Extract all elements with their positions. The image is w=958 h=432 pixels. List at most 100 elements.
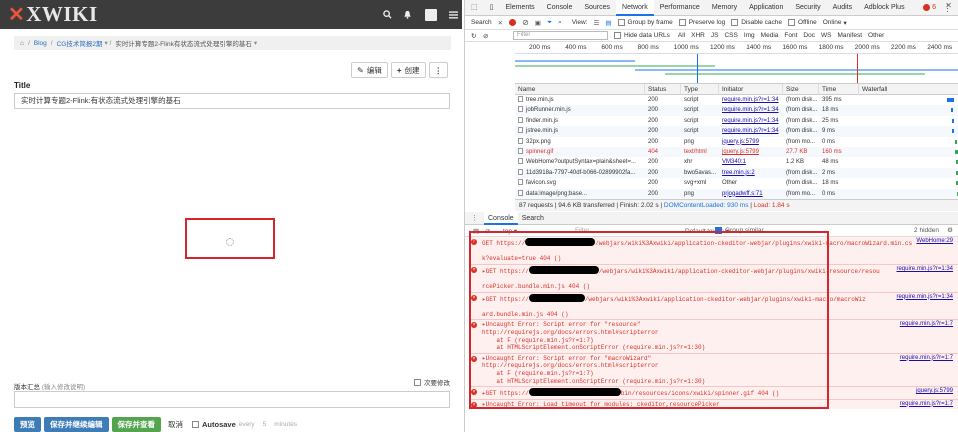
request-initiator[interactable]: tree.min.js:2 bbox=[719, 168, 783, 178]
autosave-checkbox[interactable] bbox=[192, 421, 199, 428]
network-request-row[interactable]: 32px.png 200 png jquery.js:5799 (from mo... 0… bbox=[515, 137, 958, 147]
disable-cache-toggle[interactable]: Disable cache bbox=[731, 19, 782, 26]
throttle-select[interactable]: Online ▾ bbox=[823, 19, 847, 27]
network-request-row[interactable]: data:image/png;base... 200 png prjogadwff.s… bbox=[515, 188, 958, 199]
request-initiator[interactable]: prjogadwff.s:71 bbox=[719, 189, 783, 199]
notifications-bell-icon[interactable] bbox=[396, 0, 418, 29]
console-source-link[interactable]: require.min.js?r=1:7 bbox=[900, 401, 953, 409]
filter-type-css[interactable]: CSS bbox=[724, 32, 737, 39]
network-request-row[interactable]: spinner.gif 404 text/html jquery.js:5799 27.… bbox=[515, 146, 958, 158]
console-source-link[interactable]: jquery.js:5799 bbox=[916, 388, 953, 396]
network-request-row[interactable]: finder.min.js 200 script require.min.js?r=1… bbox=[515, 116, 958, 126]
request-initiator[interactable]: jquery.js:5799 bbox=[719, 147, 783, 157]
filter-type-doc[interactable]: Doc bbox=[803, 32, 815, 39]
tab-memory[interactable]: Memory bbox=[706, 0, 743, 16]
preserve-log-toggle[interactable]: Preserve log bbox=[678, 19, 725, 26]
preview-button[interactable]: 预览 bbox=[14, 417, 41, 432]
filter-type-other[interactable]: Other bbox=[868, 32, 884, 39]
user-avatar[interactable] bbox=[420, 0, 442, 29]
search-icon[interactable]: ⌕ bbox=[558, 19, 562, 27]
edit-button[interactable]: ✎ 编辑 bbox=[351, 62, 388, 78]
filter-type-all[interactable]: All bbox=[678, 32, 685, 39]
title-input[interactable]: 实时计算专题2-Flink:有状态流式处理引擎的基石 bbox=[14, 93, 450, 109]
col-name[interactable]: Name bbox=[515, 84, 645, 95]
col-waterfall[interactable]: Waterfall bbox=[859, 84, 958, 95]
filter-type-font[interactable]: Font bbox=[784, 32, 797, 39]
capture-screenshots-icon[interactable]: ▣ bbox=[535, 19, 541, 27]
network-request-row[interactable]: tree.min.js 200 script require.min.js?r=1:3… bbox=[515, 95, 958, 105]
breadcrumb-issue[interactable]: CG技术简报2期 bbox=[57, 38, 103, 48]
drawer-menu-icon[interactable]: ⋮ bbox=[471, 214, 478, 222]
filter-type-xhr[interactable]: XHR bbox=[691, 32, 705, 39]
col-time[interactable]: Time bbox=[819, 84, 859, 95]
network-overview[interactable] bbox=[515, 54, 958, 84]
tab-performance[interactable]: Performance bbox=[654, 0, 706, 16]
request-initiator[interactable]: VM340:1 bbox=[719, 157, 783, 167]
hide-data-urls-toggle[interactable]: Hide data URLs bbox=[614, 32, 670, 39]
more-actions-button[interactable]: ⋮ bbox=[428, 62, 448, 78]
error-count-badge[interactable]: 6 bbox=[923, 4, 936, 11]
console-source-link[interactable]: require.min.js?r=1:34 bbox=[896, 266, 953, 274]
group-by-frame-toggle[interactable]: Group by frame bbox=[617, 19, 673, 26]
close-drawer-icon[interactable]: ✕ bbox=[945, 1, 952, 10]
create-button[interactable]: + 创建 bbox=[390, 62, 426, 78]
filter-icon[interactable]: ⏷ bbox=[547, 19, 552, 27]
col-size[interactable]: Size bbox=[783, 84, 819, 95]
tab-console[interactable]: Console bbox=[484, 211, 518, 225]
console-source-link[interactable]: require.min.js?r=1:7 bbox=[900, 355, 953, 363]
col-initiator[interactable]: Initiator bbox=[719, 84, 783, 95]
console-source-link[interactable]: WebHome:29 bbox=[916, 238, 953, 246]
col-status[interactable]: Status bbox=[645, 84, 681, 95]
network-request-row[interactable]: WebHome?outputSyntax=plain&sheet=... 200 x… bbox=[515, 157, 958, 167]
request-initiator[interactable]: require.min.js?r=1:34 bbox=[719, 116, 783, 126]
version-summary-input[interactable] bbox=[14, 391, 450, 408]
minor-edit-toggle[interactable]: 次要修改 bbox=[414, 377, 450, 387]
tab-console[interactable]: Console bbox=[541, 0, 579, 16]
close-search-icon[interactable]: ✕ bbox=[498, 19, 503, 27]
clear-icon[interactable]: ⊘ bbox=[522, 18, 529, 27]
network-request-row[interactable]: 11d3918a-7797-40df-b066-02899902fa... 200… bbox=[515, 167, 958, 179]
request-initiator[interactable]: require.min.js?r=1:34 bbox=[719, 126, 783, 136]
filter-type-manifest[interactable]: Manifest bbox=[837, 32, 862, 39]
tab-security[interactable]: Security bbox=[789, 0, 826, 16]
cancel-button[interactable]: 取消 bbox=[164, 417, 187, 432]
tab-adblock-plus[interactable]: Adblock Plus bbox=[858, 0, 910, 16]
refresh-icon[interactable]: ↻ bbox=[471, 32, 476, 40]
col-type[interactable]: Type bbox=[681, 84, 719, 95]
console-settings-icon[interactable]: ⚙ bbox=[947, 226, 953, 234]
filter-type-js[interactable]: JS bbox=[711, 32, 719, 39]
device-toggle-icon[interactable]: ▯ bbox=[484, 0, 500, 16]
console-source-link[interactable]: require.min.js?r=1:34 bbox=[896, 294, 953, 302]
tab-search[interactable]: Search bbox=[518, 212, 548, 225]
tab-sources[interactable]: Sources bbox=[578, 0, 616, 16]
inspect-icon[interactable]: ⬚ bbox=[465, 0, 484, 16]
waterfall-view-icon[interactable]: ▤ bbox=[605, 19, 611, 27]
clear-search-icon[interactable]: ⊘ bbox=[483, 32, 488, 40]
large-rows-icon[interactable]: ☰ bbox=[594, 19, 600, 27]
request-initiator[interactable]: require.min.js?r=1:34 bbox=[719, 105, 783, 115]
home-icon[interactable]: ⌂ bbox=[20, 40, 24, 47]
record-icon[interactable] bbox=[509, 19, 517, 26]
request-initiator[interactable]: require.min.js?r=1:34 bbox=[719, 95, 783, 105]
minor-edit-checkbox[interactable] bbox=[414, 378, 421, 386]
filter-type-media[interactable]: Media bbox=[761, 32, 779, 39]
tab-audits[interactable]: Audits bbox=[827, 0, 858, 16]
tab-network[interactable]: Network bbox=[616, 0, 654, 16]
breadcrumb-blog[interactable]: Blog bbox=[34, 40, 47, 47]
filter-type-img[interactable]: Img bbox=[744, 32, 755, 39]
tab-elements[interactable]: Elements bbox=[499, 0, 540, 16]
tab-application[interactable]: Application bbox=[743, 0, 789, 16]
offline-toggle[interactable]: Offline bbox=[788, 19, 817, 26]
console-source-link[interactable]: require.min.js?r=1:7 bbox=[900, 321, 953, 329]
network-request-row[interactable]: jobRunner.min.js 200 script require.min.js?… bbox=[515, 105, 958, 116]
network-request-row[interactable]: favicon.svg 200 svg+xml Other (from disk... 1… bbox=[515, 178, 958, 188]
hamburger-menu-icon[interactable] bbox=[442, 0, 462, 29]
request-initiator[interactable]: jquery.js:5799 bbox=[719, 137, 783, 147]
network-search-label[interactable]: Search bbox=[471, 19, 492, 26]
network-filter-input[interactable]: Filter bbox=[513, 31, 608, 40]
autosave-toggle[interactable]: Autosave every 5 minutes bbox=[192, 420, 297, 429]
save-view-button[interactable]: 保存并查看 bbox=[111, 417, 161, 432]
xwiki-logo[interactable]: ✕ XWIKI bbox=[8, 2, 98, 27]
save-continue-button[interactable]: 保存并继续编辑 bbox=[44, 417, 109, 432]
search-icon[interactable] bbox=[376, 0, 398, 29]
